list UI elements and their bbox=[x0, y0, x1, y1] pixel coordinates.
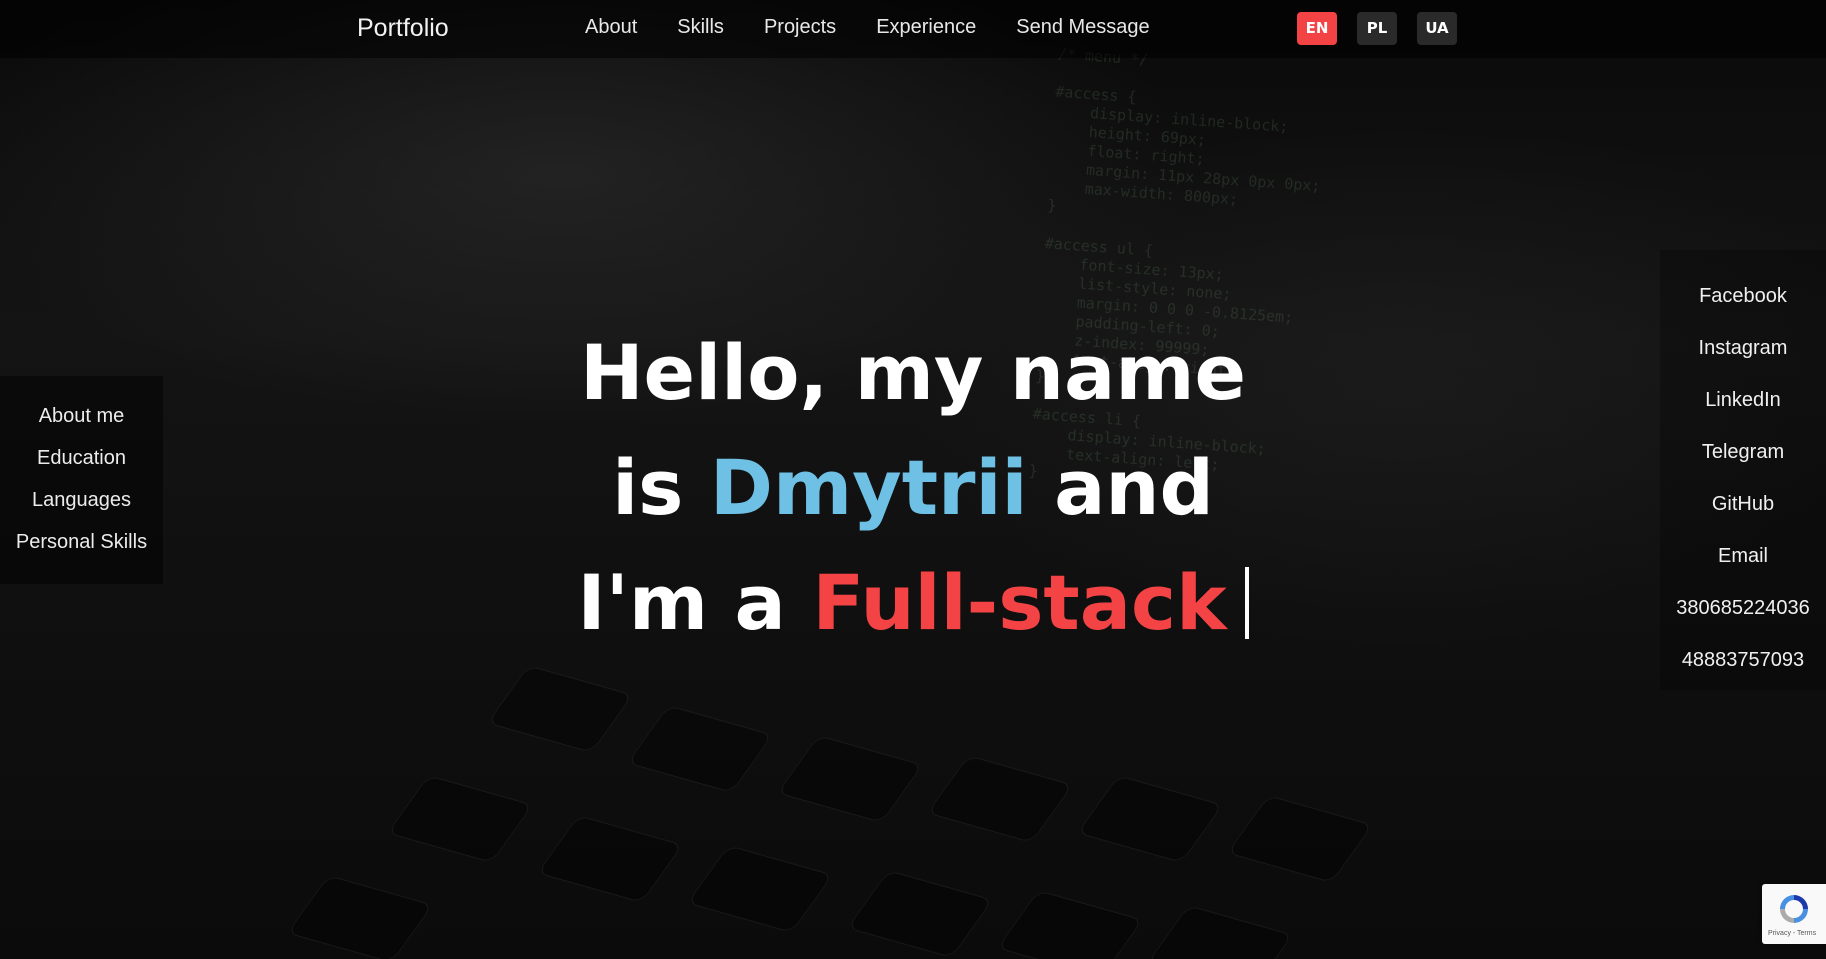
lang-en-button[interactable]: EN bbox=[1297, 12, 1337, 45]
menu-about-me[interactable]: About me bbox=[0, 395, 163, 437]
lang-pl-button[interactable]: PL bbox=[1357, 12, 1397, 45]
nav-projects[interactable]: Projects bbox=[764, 16, 836, 39]
left-section-menu: About me Education Languages Personal Sk… bbox=[0, 376, 163, 584]
hero-role: Full-stack bbox=[812, 558, 1227, 647]
typing-cursor bbox=[1244, 567, 1249, 639]
link-email[interactable]: Email bbox=[1660, 530, 1826, 582]
nav-send-message[interactable]: Send Message bbox=[1016, 16, 1149, 39]
portfolio-page: /* menu */ #access { display: inline-blo… bbox=[0, 0, 1826, 959]
link-telegram[interactable]: Telegram bbox=[1660, 426, 1826, 478]
hero-heading: Hello, my name is Dmytrii and I'm a Full… bbox=[513, 315, 1313, 660]
link-instagram[interactable]: Instagram bbox=[1660, 322, 1826, 374]
hero-im-a: I'm a bbox=[577, 558, 786, 647]
nav-experience[interactable]: Experience bbox=[876, 16, 976, 39]
menu-personal-skills[interactable]: Personal Skills bbox=[0, 521, 163, 563]
menu-education[interactable]: Education bbox=[0, 437, 163, 479]
link-linkedin[interactable]: LinkedIn bbox=[1660, 374, 1826, 426]
main-nav: About Skills Projects Experience Send Me… bbox=[585, 16, 1190, 39]
hero-line-2: is Dmytrii and bbox=[513, 430, 1313, 545]
hero-name: Dmytrii bbox=[709, 443, 1028, 532]
recaptcha-icon bbox=[1780, 895, 1808, 923]
link-phone-pl[interactable]: 48883757093 bbox=[1660, 634, 1826, 686]
social-links-column: Facebook Instagram LinkedIn Telegram Git… bbox=[1660, 250, 1826, 690]
menu-languages[interactable]: Languages bbox=[0, 479, 163, 521]
language-switcher: EN PL UA bbox=[1297, 12, 1477, 45]
nav-about[interactable]: About bbox=[585, 16, 637, 39]
nav-skills[interactable]: Skills bbox=[677, 16, 724, 39]
link-facebook[interactable]: Facebook bbox=[1660, 270, 1826, 322]
link-phone-ua[interactable]: 380685224036 bbox=[1660, 582, 1826, 634]
lang-ua-button[interactable]: UA bbox=[1417, 12, 1457, 45]
hero-line-3: I'm a Full-stack bbox=[513, 545, 1313, 660]
recaptcha-badge[interactable]: Privacy - Terms bbox=[1762, 884, 1826, 944]
brand-logo-link[interactable]: Portfolio bbox=[357, 14, 449, 43]
top-navbar: Portfolio About Skills Projects Experien… bbox=[0, 0, 1826, 58]
hero-is: is bbox=[612, 443, 684, 532]
hero-line-1: Hello, my name bbox=[513, 315, 1313, 430]
hero-greeting: Hello, my name bbox=[579, 328, 1247, 417]
link-github[interactable]: GitHub bbox=[1660, 478, 1826, 530]
recaptcha-terms[interactable]: Privacy - Terms bbox=[1768, 930, 1816, 937]
background-keyboard-image bbox=[0, 620, 1826, 959]
hero-and: and bbox=[1054, 443, 1214, 532]
